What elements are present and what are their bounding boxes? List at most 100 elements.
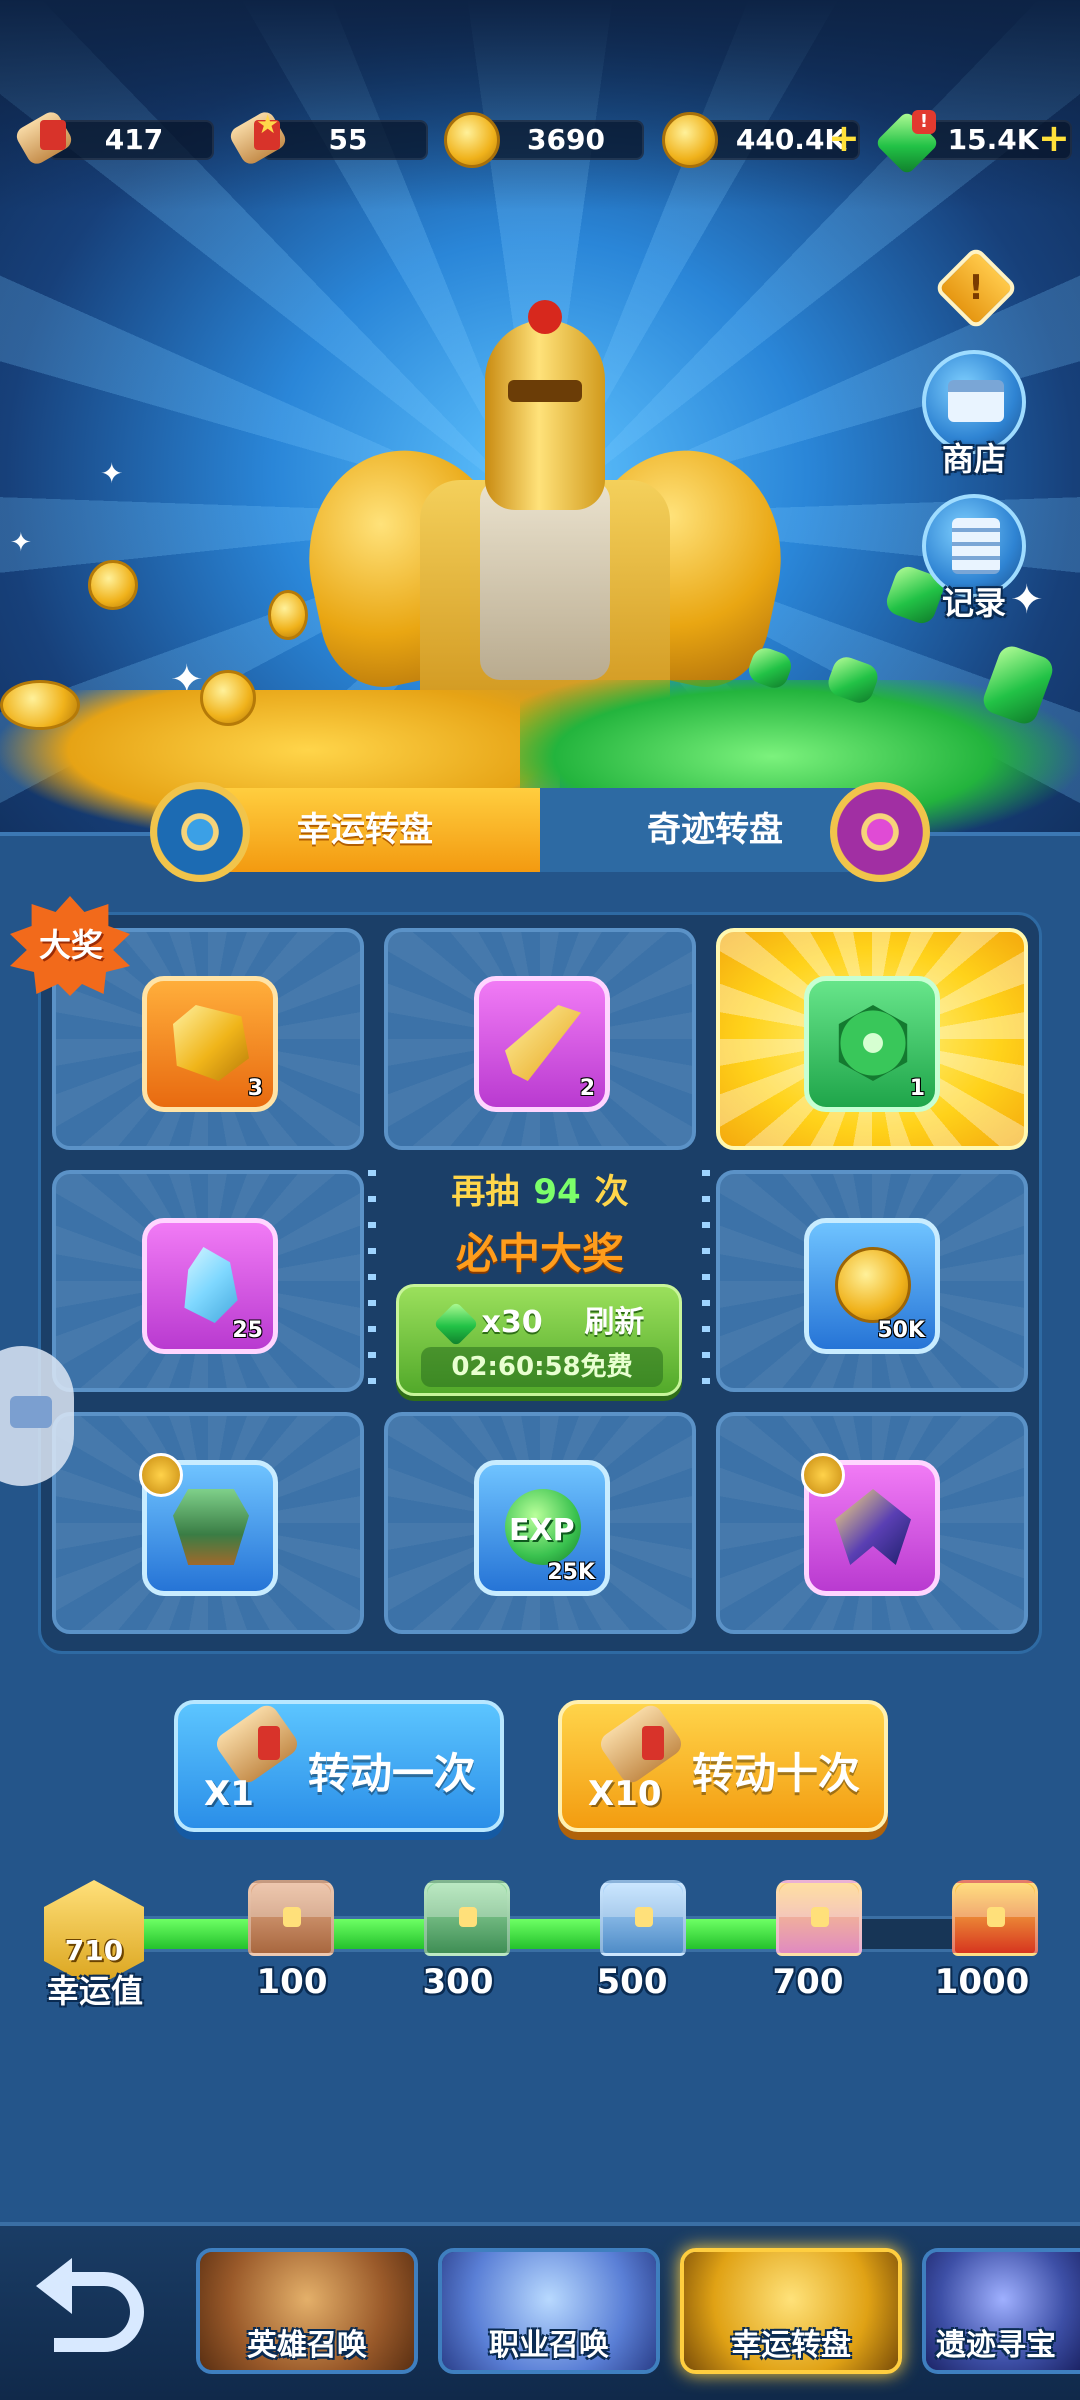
prize-item[interactable] — [139, 1453, 278, 1596]
prize-item[interactable]: 25 — [142, 1218, 278, 1354]
prize-qty: 3 — [247, 1076, 263, 1101]
chest-300-icon[interactable] — [424, 1880, 510, 1956]
prize-item[interactable]: 1 — [804, 976, 940, 1112]
prize-cell — [52, 1412, 364, 1634]
emerald-icon — [838, 1005, 908, 1081]
resource-gold-coins: 440.4K + — [660, 112, 866, 168]
prize-item[interactable] — [801, 1453, 940, 1596]
nav-tab-class-summon[interactable]: 职业召唤 — [438, 2248, 660, 2374]
top-shade — [0, 0, 1080, 210]
resource-star-scrolls: ★ 55 — [227, 108, 428, 168]
spin-once-button[interactable]: X1 转动一次 — [174, 1700, 504, 1832]
chat-button[interactable] — [0, 1346, 74, 1486]
nav-tab-relic-hunt[interactable]: 遗迹寻宝 — [922, 2248, 1080, 2374]
chest-100-icon[interactable] — [248, 1880, 334, 1956]
resource-bronze-coins: 3690 — [442, 112, 646, 168]
prize-qty: 1 — [909, 1076, 925, 1101]
ribbon-icon — [258, 1726, 280, 1760]
chest-1000-icon[interactable] — [952, 1880, 1038, 1956]
gold-ore-icon — [173, 1005, 249, 1081]
resource-value: 3690 — [527, 123, 605, 156]
refresh-cost-value: x30 — [481, 1305, 543, 1340]
back-button[interactable] — [34, 2258, 154, 2368]
resource-value: 417 — [104, 123, 164, 156]
miracle-wheel-emblem-icon — [830, 782, 930, 882]
add-gold-button[interactable]: + — [828, 118, 860, 158]
chest-500-icon[interactable] — [600, 1880, 686, 1956]
record-label: 记录 — [941, 584, 1006, 622]
refresh-cost: x30 刷新 — [399, 1297, 685, 1347]
refresh-button[interactable]: x30 刷新 02:60:58免费 — [396, 1284, 682, 1396]
wheel-tabs: 幸运转盘 奇迹转盘 — [150, 782, 930, 882]
sparkle-icon: ✦ — [10, 528, 32, 558]
green-gem-icon: ! — [874, 110, 940, 176]
luck-label: 幸运值 — [46, 1972, 143, 2010]
prize-item[interactable]: 2 — [474, 976, 610, 1112]
prize-cell: 2 — [384, 928, 696, 1150]
prize-qty: 2 — [579, 1076, 595, 1101]
timer-value: 02:60:58 — [451, 1352, 581, 1382]
prize-item[interactable]: EXP 25K — [474, 1460, 610, 1596]
prize-cell: EXP 25K — [384, 1412, 696, 1634]
milestone-value: 1000 — [934, 1962, 1030, 2002]
resource-value: 15.4K — [947, 123, 1039, 156]
gold-coin-icon — [660, 110, 720, 170]
sparkle-icon: ✦ — [100, 457, 124, 490]
spin-once-label: 转动一次 — [308, 1749, 477, 1798]
prize-item[interactable]: 3 — [142, 976, 278, 1112]
gold-blade-icon — [505, 1005, 581, 1081]
free-label: 免费 — [580, 1352, 633, 1382]
spin-ten-multiplier: X10 — [588, 1774, 662, 1814]
resource-scroll-tickets: 417 — [13, 108, 214, 168]
prize-qty: 25K — [547, 1560, 595, 1585]
lucky-wheel-emblem-icon — [150, 782, 250, 882]
prize-cell-highlighted: 1 — [716, 928, 1028, 1150]
milestone-value: 300 — [422, 1962, 494, 2002]
nav-tab-label: 幸运转盘 — [731, 2328, 851, 2363]
record-button[interactable]: 记录 — [918, 494, 1030, 624]
resource-bar: 417 ★ 55 3690 440.4K + ! 15.4K + — [0, 108, 1080, 176]
shop-button[interactable]: 商店 — [918, 350, 1030, 480]
prize-item[interactable]: 50K — [804, 1218, 940, 1354]
ribbon-icon — [642, 1726, 664, 1760]
scroll-ticket-icon — [13, 108, 75, 170]
milestone-value: 700 — [772, 1962, 844, 2002]
alert-badge: ! — [912, 110, 936, 134]
coin-icon — [268, 590, 308, 640]
nav-tab-hero-summon[interactable]: 英雄召唤 — [196, 2248, 418, 2374]
add-gems-button[interactable]: + — [1038, 118, 1070, 158]
spin-ten-button[interactable]: X10 转动十次 — [558, 1700, 888, 1832]
bronze-coin-icon — [442, 110, 502, 170]
chat-icon — [10, 1396, 52, 1428]
blue-crystal-icon — [184, 1247, 238, 1323]
prize-cell: 25 — [52, 1170, 364, 1392]
draws-suffix: 次 — [594, 1172, 629, 1212]
milestone-value: 500 — [596, 1962, 668, 2002]
prize-cell: 50K — [716, 1170, 1028, 1392]
resource-gems: ! 15.4K + — [874, 110, 1074, 176]
exp-label: EXP — [509, 1513, 575, 1548]
center-info: 再抽 94 次 必中大奖 x30 刷新 02:60:58免费 — [368, 1160, 712, 1402]
nav-tab-lucky-wheel[interactable]: 幸运转盘 — [680, 2248, 902, 2374]
grand-prize-label: 大奖 — [38, 926, 103, 964]
green-gem-icon — [432, 1300, 479, 1347]
coin-icon — [88, 560, 138, 610]
prize-qty: 50K — [877, 1318, 925, 1343]
prize-qty: 25 — [232, 1318, 263, 1343]
back-arrow-head-icon — [36, 2258, 72, 2314]
hero-badge-icon — [801, 1453, 845, 1497]
nav-tab-label: 遗迹寻宝 — [936, 2328, 1056, 2363]
milestone-value: 100 — [256, 1962, 328, 2002]
guarantee-text: 必中大奖 — [455, 1229, 624, 1278]
prize-cell — [716, 1412, 1028, 1634]
nav-tab-label: 英雄召唤 — [247, 2328, 367, 2363]
chest-700-icon[interactable] — [776, 1880, 862, 1956]
draws-count: 94 — [533, 1172, 581, 1212]
draws-prefix: 再抽 — [451, 1172, 520, 1212]
shop-label: 商店 — [941, 440, 1006, 478]
draws-remaining: 再抽 94 次 — [368, 1164, 712, 1213]
resource-value: 55 — [328, 123, 368, 156]
coin-icon — [0, 680, 80, 730]
wizard-cape-icon — [835, 1489, 911, 1565]
nav-tab-label: 职业召唤 — [489, 2328, 609, 2363]
